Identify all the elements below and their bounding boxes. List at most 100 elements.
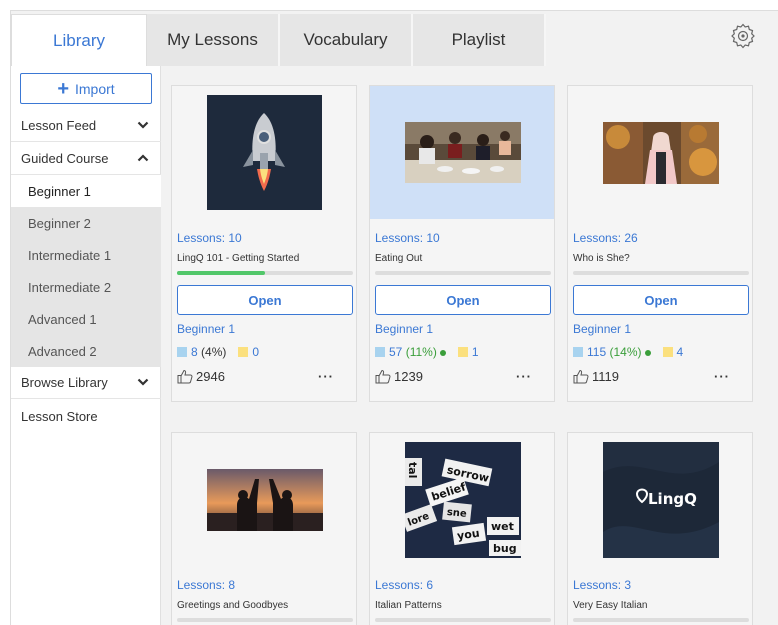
course-title[interactable]: Greetings and Goodbyes bbox=[177, 600, 288, 611]
thumbs-up-icon bbox=[375, 369, 391, 384]
word-stats: 57 (11%) 1 bbox=[375, 345, 479, 359]
like-button[interactable]: 1239 bbox=[375, 369, 423, 384]
chevron-down-icon bbox=[137, 121, 149, 129]
thumbnail-area bbox=[172, 433, 356, 566]
progress-bar bbox=[573, 618, 749, 622]
more-options-icon[interactable]: ··· bbox=[714, 369, 730, 384]
like-count: 1119 bbox=[592, 369, 619, 384]
new-words-percent: (4%) bbox=[201, 345, 227, 359]
lesson-count: Lessons: 8 bbox=[177, 578, 236, 592]
progress-bar bbox=[177, 271, 353, 275]
sidebar-item-label: Guided Course bbox=[21, 151, 109, 166]
new-words-percent: (11%) bbox=[405, 345, 437, 359]
course-card[interactable]: Lessons: 10 Eating Out Open Beginner 1 5… bbox=[369, 85, 555, 402]
import-button[interactable]: + Import bbox=[20, 73, 152, 104]
known-words-square bbox=[375, 347, 385, 357]
course-title[interactable]: Very Easy Italian bbox=[573, 600, 647, 611]
sidebar-level-advanced-1[interactable]: Advanced 1 bbox=[11, 303, 161, 335]
word-tile: tal bbox=[406, 462, 419, 478]
sidebar-item-label: Browse Library bbox=[21, 375, 108, 390]
thumbnail-area bbox=[172, 86, 356, 219]
known-words-square bbox=[573, 347, 583, 357]
sidebar-level-beginner-1[interactable]: Beginner 1 bbox=[11, 175, 161, 207]
thumbnail-area bbox=[568, 86, 752, 219]
thumbnail-area: sorrow tal belief wet you bug sne lore bbox=[370, 433, 554, 566]
sidebar-item-guided-course[interactable]: Guided Course bbox=[11, 143, 161, 175]
lesson-count: Lessons: 10 bbox=[177, 231, 242, 245]
restaurant-thumbnail[interactable] bbox=[405, 122, 521, 183]
tab-my-lessons[interactable]: My Lessons bbox=[147, 14, 280, 66]
sidebar-level-intermediate-1[interactable]: Intermediate 1 bbox=[11, 239, 161, 271]
open-button[interactable]: Open bbox=[177, 285, 353, 315]
course-card[interactable]: Lessons: 10 LingQ 101 - Getting Started … bbox=[171, 85, 357, 402]
course-card[interactable]: Lessons: 26 Who is She? Open Beginner 1 … bbox=[567, 85, 753, 402]
more-options-icon[interactable]: ··· bbox=[516, 369, 532, 384]
level-link[interactable]: Beginner 1 bbox=[573, 322, 631, 336]
lingq-words-square bbox=[662, 347, 673, 357]
tab-vocabulary[interactable]: Vocabulary bbox=[280, 14, 413, 66]
high-five-thumbnail[interactable] bbox=[207, 469, 323, 531]
thumbnail-area bbox=[370, 86, 554, 219]
sidebar: + Import Lesson Feed Guided Course Begin… bbox=[11, 66, 161, 625]
like-count: 2946 bbox=[196, 369, 225, 384]
course-title[interactable]: Who is She? bbox=[573, 253, 630, 264]
status-dot bbox=[439, 350, 446, 356]
lesson-grid: Lessons: 10 LingQ 101 - Getting Started … bbox=[161, 66, 778, 625]
course-card[interactable]: Lessons: 8 Greetings and Goodbyes bbox=[171, 432, 357, 625]
sidebar-level-beginner-2[interactable]: Beginner 2 bbox=[11, 207, 161, 239]
lingq-count: 0 bbox=[252, 345, 260, 359]
open-button[interactable]: Open bbox=[573, 285, 749, 315]
lingq-logo-thumbnail[interactable]: LingQ bbox=[603, 442, 719, 558]
course-title[interactable]: Italian Patterns bbox=[375, 600, 442, 611]
level-link[interactable]: Beginner 1 bbox=[177, 322, 235, 336]
more-options-icon[interactable]: ··· bbox=[318, 369, 334, 384]
progress-bar bbox=[177, 618, 353, 622]
gear-icon[interactable] bbox=[729, 22, 757, 50]
sidebar-level-intermediate-2[interactable]: Intermediate 2 bbox=[11, 271, 161, 303]
tab-library[interactable]: Library bbox=[11, 14, 147, 66]
progress-bar bbox=[375, 618, 551, 622]
known-words-square bbox=[177, 347, 187, 357]
chevron-down-icon bbox=[137, 378, 149, 386]
like-count: 1239 bbox=[394, 369, 423, 384]
sidebar-item-lesson-store[interactable]: Lesson Store bbox=[11, 400, 161, 432]
open-button[interactable]: Open bbox=[375, 285, 551, 315]
rocket-thumbnail[interactable] bbox=[207, 95, 322, 210]
lesson-count: Lessons: 3 bbox=[573, 578, 632, 592]
chevron-up-icon bbox=[137, 154, 149, 162]
progress-fill bbox=[177, 271, 265, 275]
lesson-count: Lessons: 26 bbox=[573, 231, 638, 245]
word-tile: sne bbox=[446, 507, 467, 520]
course-title[interactable]: Eating Out bbox=[375, 253, 422, 264]
sidebar-item-lesson-feed[interactable]: Lesson Feed bbox=[11, 110, 161, 142]
like-button[interactable]: 1119 bbox=[573, 369, 619, 384]
thumbs-up-icon bbox=[177, 369, 193, 384]
status-dot bbox=[644, 350, 651, 356]
sidebar-item-label: Lesson Store bbox=[21, 408, 98, 424]
tab-bar: Library My Lessons Vocabulary Playlist bbox=[11, 11, 778, 66]
word-tile: wet bbox=[491, 520, 514, 533]
sidebar-level-advanced-2[interactable]: Advanced 2 bbox=[11, 335, 161, 367]
new-words-percent: (14%) bbox=[609, 345, 642, 359]
tab-playlist[interactable]: Playlist bbox=[413, 14, 546, 66]
woman-thumbnail[interactable] bbox=[603, 122, 719, 184]
course-title[interactable]: LingQ 101 - Getting Started bbox=[177, 253, 299, 264]
progress-bar bbox=[375, 271, 551, 275]
course-card[interactable]: sorrow tal belief wet you bug sne lore L… bbox=[369, 432, 555, 625]
like-button[interactable]: 2946 bbox=[177, 369, 225, 384]
new-words-count: 115 bbox=[587, 345, 607, 359]
word-tile: bug bbox=[493, 542, 517, 555]
word-stats: 115 (14%) 4 bbox=[573, 345, 683, 359]
lingq-logo: LingQ bbox=[648, 490, 697, 508]
course-card[interactable]: LingQ Lessons: 3 Very Easy Italian bbox=[567, 432, 753, 625]
sidebar-item-label: Lesson Feed bbox=[21, 118, 97, 133]
app-window: Library My Lessons Vocabulary Playlist +… bbox=[10, 10, 778, 625]
sidebar-item-browse-library[interactable]: Browse Library bbox=[11, 367, 161, 399]
thumbnail-area: LingQ bbox=[568, 433, 752, 566]
level-link[interactable]: Beginner 1 bbox=[375, 322, 433, 336]
plus-icon: + bbox=[57, 77, 69, 100]
import-label: Import bbox=[75, 80, 115, 97]
lingq-count: 1 bbox=[471, 345, 479, 359]
word-tiles-thumbnail[interactable]: sorrow tal belief wet you bug sne lore bbox=[405, 442, 521, 558]
lingq-words-square bbox=[238, 347, 249, 357]
